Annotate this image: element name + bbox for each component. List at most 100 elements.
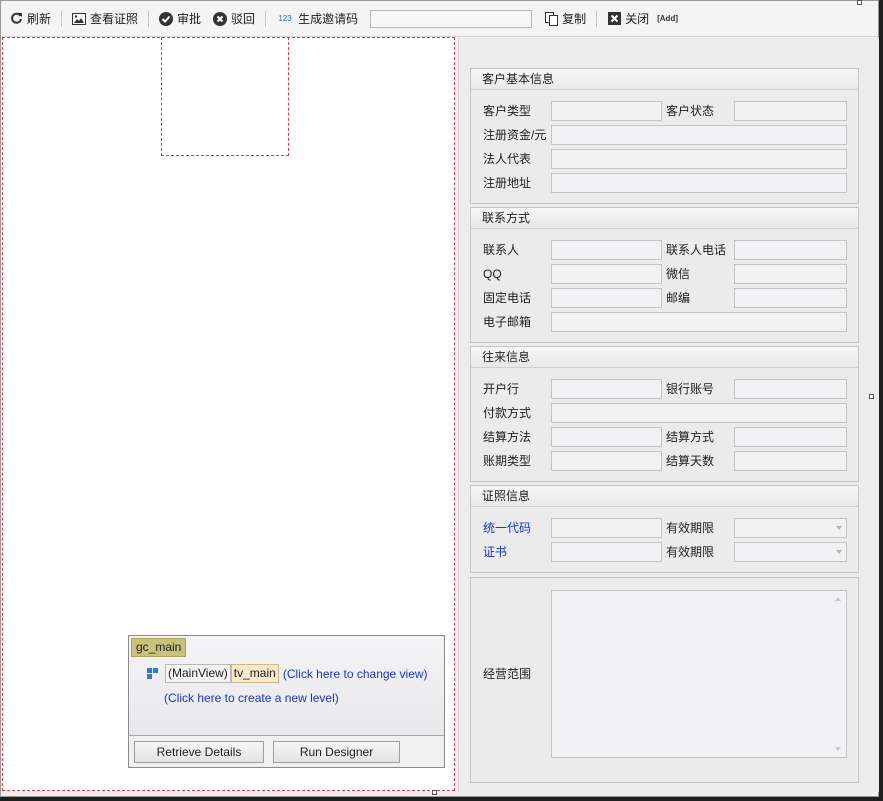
certificate-label: 证书 [483, 545, 508, 559]
email-field[interactable] [551, 312, 847, 332]
toolbar-separator [265, 10, 267, 27]
reject-button[interactable]: 驳回 [211, 8, 257, 30]
group-license: 证照信息 统一代码 有效期限 证书 有效期限 [470, 485, 859, 573]
number-icon: 123 [278, 14, 292, 23]
close-label: 关闭 [625, 12, 650, 26]
customer-status-field[interactable] [734, 101, 847, 121]
copy-label: 复制 [562, 12, 587, 26]
contact-person-field[interactable] [551, 240, 662, 260]
view-cert-label: 查看证照 [90, 12, 139, 26]
toolbar-separator [61, 10, 63, 27]
selection-outline [161, 37, 289, 156]
resize-handle[interactable] [432, 790, 437, 795]
wechat-field[interactable] [734, 264, 847, 284]
grid-canvas[interactable]: gc_main (MainView) tv_main (Click here t… [2, 37, 455, 791]
toolbar-separator [596, 10, 598, 27]
customer-form: 客户基本信息 客户类型 客户状态 注册资金/元 法人代表 注册地址 联系方式 联… [458, 38, 879, 792]
retrieve-details-button[interactable]: Retrieve Details [134, 740, 264, 763]
generate-code-button[interactable]: 123 生成邀请码 [274, 8, 360, 30]
certificate-field[interactable] [551, 542, 662, 562]
designer-window: 刷新 查看证照 审批 驳回 123 生成邀请码 复制 关闭 [Add] gc_m… [0, 0, 879, 797]
approve-label: 审批 [177, 12, 202, 26]
resize-handle[interactable] [869, 394, 874, 399]
contact-person-label: 联系人 [483, 243, 520, 257]
group-basic-info: 客户基本信息 客户类型 客户状态 注册资金/元 法人代表 注册地址 [470, 68, 859, 204]
bank-account-label: 银行账号 [666, 382, 715, 396]
reject-label: 驳回 [231, 12, 256, 26]
reg-address-label: 注册地址 [483, 176, 532, 190]
validity-2-dropdown[interactable] [734, 542, 847, 562]
image-icon [72, 12, 87, 26]
refresh-button[interactable]: 刷新 [7, 8, 53, 30]
term-type-label: 账期类型 [483, 454, 532, 468]
bank-field[interactable] [551, 379, 662, 399]
designer-button-bar: Retrieve Details Run Designer [129, 735, 444, 767]
level-row: (MainView) tv_main (Click here to change… [147, 664, 428, 683]
contact-phone-field[interactable] [734, 240, 847, 260]
validity-1-dropdown[interactable] [734, 518, 847, 538]
settle-method-b-label: 结算方式 [666, 430, 715, 444]
qq-label: QQ [483, 267, 502, 281]
postcode-label: 邮编 [666, 291, 691, 305]
copy-button[interactable]: 复制 [542, 8, 588, 30]
landline-label: 固定电话 [483, 291, 532, 305]
run-designer-button[interactable]: Run Designer [273, 740, 400, 763]
term-type-field[interactable] [551, 451, 662, 471]
invite-code-input[interactable] [370, 9, 533, 28]
chevron-down-icon [836, 526, 842, 530]
contact-phone-label: 联系人电话 [666, 243, 727, 257]
view-cert-button[interactable]: 查看证照 [70, 8, 140, 30]
approve-button[interactable]: 审批 [157, 8, 203, 30]
group-license-title: 证照信息 [471, 486, 858, 507]
bank-label: 开户行 [483, 382, 520, 396]
new-level-link[interactable]: (Click here to create a new level) [164, 691, 339, 705]
change-view-link[interactable]: (Click here to change view) [283, 667, 428, 681]
toolbar-separator [148, 10, 150, 27]
level-icon [147, 668, 158, 679]
resize-handle[interactable] [857, 0, 862, 5]
payment-method-label: 付款方式 [483, 406, 532, 420]
view-type-chip[interactable]: (MainView) [165, 664, 231, 683]
payment-method-field[interactable] [551, 403, 847, 423]
qq-field[interactable] [551, 264, 662, 284]
scroll-up-icon[interactable] [835, 597, 841, 601]
close-button[interactable]: 关闭 [605, 8, 651, 30]
legal-rep-label: 法人代表 [483, 152, 532, 166]
business-scope-memo[interactable] [551, 590, 847, 758]
settle-method-a-field[interactable] [551, 427, 662, 447]
x-circle-icon [213, 11, 228, 26]
settle-days-label: 结算天数 [666, 454, 715, 468]
group-business-title: 往来信息 [471, 347, 858, 368]
generate-code-label: 生成邀请码 [298, 12, 359, 26]
scroll-down-icon[interactable] [835, 747, 841, 751]
refresh-icon [9, 12, 23, 26]
group-scope: 经营范围 [470, 577, 859, 783]
email-label: 电子邮箱 [483, 315, 532, 329]
refresh-label: 刷新 [27, 12, 52, 26]
legal-rep-field[interactable] [551, 149, 847, 169]
group-contact-title: 联系方式 [471, 208, 858, 229]
customer-type-label: 客户类型 [483, 104, 532, 118]
settle-method-b-field[interactable] [734, 427, 847, 447]
reg-address-field[interactable] [551, 173, 847, 193]
customer-status-label: 客户状态 [666, 104, 715, 118]
reg-capital-field[interactable] [551, 125, 847, 145]
check-circle-icon [159, 11, 174, 26]
chevron-down-icon [836, 550, 842, 554]
reg-capital-label: 注册资金/元 [483, 128, 547, 142]
landline-field[interactable] [551, 288, 662, 308]
unified-code-label: 统一代码 [483, 521, 532, 535]
group-contact: 联系方式 联系人 联系人电话 QQ 微信 固定电话 邮编 电子邮箱 [470, 207, 859, 343]
bank-account-field[interactable] [734, 379, 847, 399]
add-badge[interactable]: [Add] [657, 14, 678, 23]
view-name-chip[interactable]: tv_main [230, 664, 279, 683]
close-icon [607, 12, 621, 26]
settle-days-field[interactable] [734, 451, 847, 471]
grid-name-tag[interactable]: gc_main [131, 638, 187, 657]
validity-2-label: 有效期限 [666, 545, 715, 559]
postcode-field[interactable] [734, 288, 847, 308]
group-basic-title: 客户基本信息 [471, 69, 858, 90]
customer-type-field[interactable] [551, 101, 662, 121]
unified-code-field[interactable] [551, 518, 662, 538]
copy-icon [544, 11, 558, 26]
